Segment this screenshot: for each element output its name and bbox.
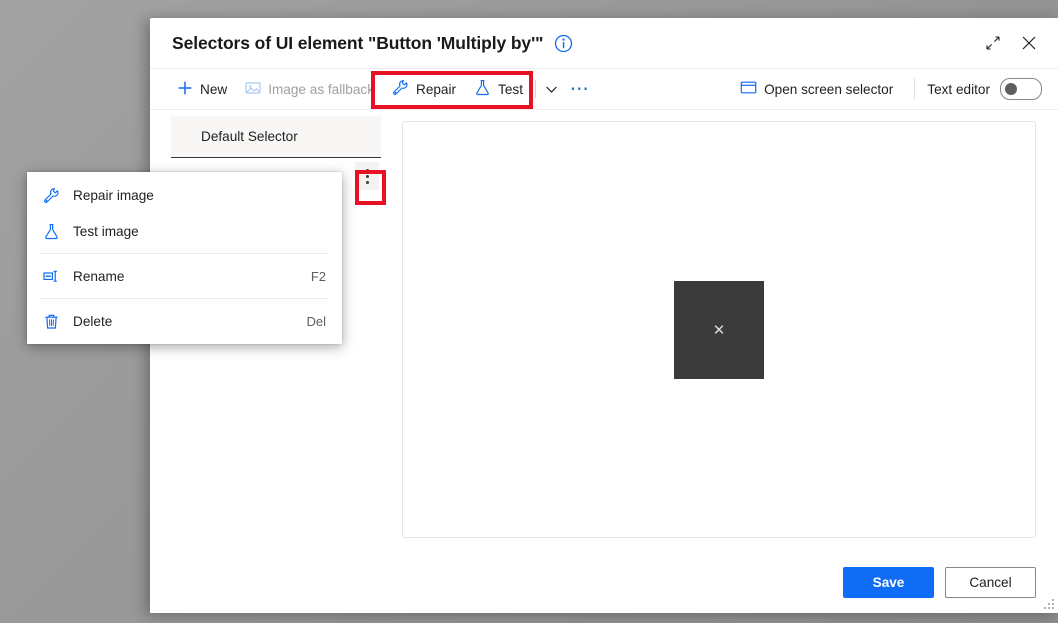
close-icon[interactable] — [1012, 27, 1046, 59]
wrench-icon — [392, 79, 409, 99]
repair-button-label: Repair — [416, 81, 457, 97]
ellipsis-horizontal-icon[interactable]: ⋯ — [565, 73, 595, 105]
plus-icon — [177, 80, 193, 99]
flask-icon — [474, 79, 491, 99]
open-screen-selector-button[interactable]: Open screen selector — [731, 73, 902, 105]
context-menu-label: Delete — [73, 313, 113, 329]
context-menu-item-rename[interactable]: Rename F2 — [27, 258, 342, 294]
test-button-label: Test — [498, 81, 523, 97]
context-menu-item-test-image[interactable]: Test image — [27, 213, 342, 249]
toggle-knob — [1005, 83, 1017, 95]
image-icon — [245, 80, 261, 99]
chevron-down-icon[interactable] — [539, 73, 565, 105]
default-selector-label: Default Selector — [201, 129, 298, 144]
cancel-button[interactable]: Cancel — [945, 566, 1036, 598]
test-button[interactable]: Test — [465, 73, 532, 105]
window-icon — [740, 79, 757, 99]
selector-preview-pane: ✕ — [402, 121, 1036, 538]
broken-image-placeholder: ✕ — [674, 280, 764, 379]
context-menu-divider — [40, 253, 329, 254]
context-menu-divider — [40, 298, 329, 299]
save-button[interactable]: Save — [843, 566, 934, 598]
context-menu-label: Rename — [73, 268, 125, 284]
rename-icon — [40, 268, 62, 285]
screen: Selectors of UI element "Button 'Multipl… — [0, 0, 1058, 623]
context-menu-item-delete[interactable]: Delete Del — [27, 303, 342, 339]
dialog-footer: Save Cancel — [150, 551, 1058, 613]
image-as-fallback-button[interactable]: Image as fallback — [236, 73, 383, 105]
wrench-icon — [40, 187, 62, 204]
resize-grip[interactable] — [1041, 596, 1055, 610]
more-vertical-icon[interactable] — [355, 162, 379, 190]
context-menu-label: Repair image — [73, 187, 154, 203]
toolbar-right-divider — [914, 78, 916, 100]
text-editor-label: Text editor — [927, 81, 990, 97]
trash-icon — [40, 313, 62, 330]
broken-image-glyph: ✕ — [712, 321, 726, 339]
repair-button[interactable]: Repair — [383, 73, 465, 105]
text-editor-toggle[interactable] — [1000, 78, 1042, 100]
open-screen-selector-label: Open screen selector — [764, 81, 894, 97]
expand-diagonal-icon[interactable] — [976, 27, 1010, 59]
kebab-dot — [365, 174, 369, 178]
window-controls — [976, 18, 1046, 68]
selector-context-menu: Repair image Test image Rename F2 Delete… — [27, 172, 342, 344]
toolbar-left-group: New Image as fallback Repair Test ⋯ — [168, 73, 595, 105]
toolbar-divider — [534, 80, 536, 98]
kebab-dot — [365, 168, 369, 172]
info-circle-icon[interactable] — [554, 34, 573, 53]
context-menu-shortcut: F2 — [310, 268, 326, 284]
selector-list-header: Default Selector — [171, 116, 381, 158]
kebab-dot — [365, 180, 369, 184]
flask-icon — [40, 223, 62, 240]
toolbar-right-group: Open screen selector Text editor — [731, 73, 1042, 105]
context-menu-label: Test image — [73, 223, 139, 239]
context-menu-shortcut: Del — [306, 313, 326, 329]
new-button-label: New — [200, 81, 228, 97]
image-as-fallback-label: Image as fallback — [268, 81, 374, 97]
page-title: Selectors of UI element "Button 'Multipl… — [172, 32, 544, 53]
context-menu-item-repair-image[interactable]: Repair image — [27, 177, 342, 213]
dialog-toolbar: New Image as fallback Repair Test ⋯ Open… — [150, 68, 1058, 110]
new-button[interactable]: New — [168, 73, 236, 105]
dialog-titlebar: Selectors of UI element "Button 'Multipl… — [150, 18, 1058, 68]
